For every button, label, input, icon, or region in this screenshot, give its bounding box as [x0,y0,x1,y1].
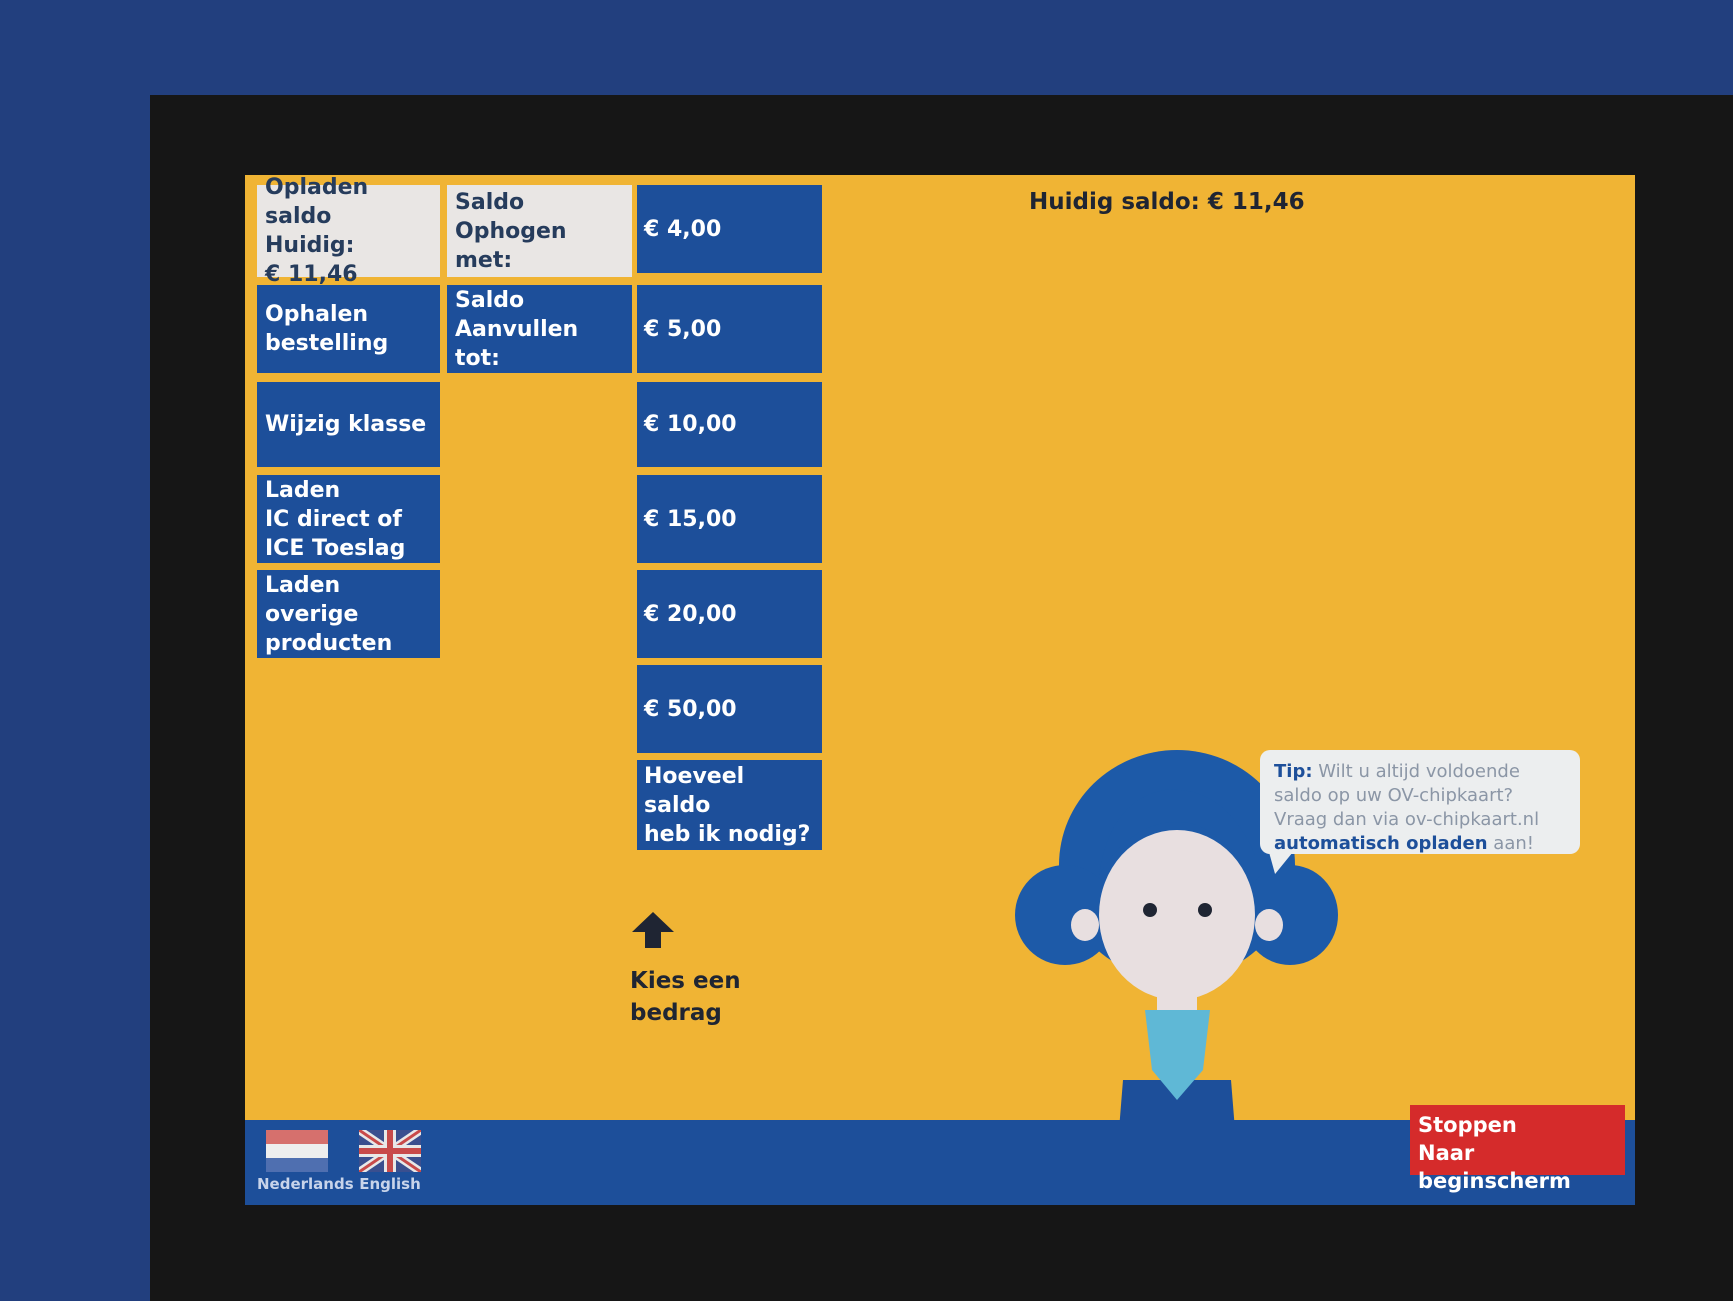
arrow-up-icon [632,912,674,948]
current-balance-header: Huidig saldo: € 11,46 [1029,189,1305,215]
menu-load-other-products[interactable]: Laden overige producten [257,570,440,658]
menu-label-line: ICE Toeslag [265,535,406,561]
mode-label-line: Ophogen met: [455,218,567,273]
auto-recharge-link[interactable]: automatisch opladen [1274,833,1488,854]
uk-flag-icon [359,1130,421,1172]
amount-button[interactable]: € 15,00 [637,475,822,563]
mode-label-line: Saldo [455,287,525,313]
menu-label-line: overige [265,601,359,627]
menu-load-ic-direct[interactable]: Laden IC direct of ICE Toeslag [257,475,440,563]
stop-label-line: Stoppen [1418,1113,1517,1137]
ticket-machine-screen: Huidig saldo: € 11,46 Opladen saldo Huid… [245,175,1635,1205]
amount-label: € 4,00 [644,216,722,242]
instruction-line: bedrag [630,1000,722,1026]
amount-label: € 5,00 [644,316,722,342]
menu-label-line: IC direct of [265,506,402,532]
stop-label-line: Naar beginscherm [1418,1141,1571,1193]
menu-label-line: bestelling [265,331,389,356]
amount-button[interactable]: € 50,00 [637,665,822,753]
mode-increase-by[interactable]: Saldo Ophogen met: [447,185,632,277]
amount-button[interactable]: € 5,00 [637,285,822,373]
help-label-line: heb ik nodig? [644,821,811,847]
menu-label-line: producten [265,630,393,656]
mode-label-line: Saldo [455,189,525,215]
menu-label-line: Laden [265,572,341,598]
tip-speech-bubble: Tip: Wilt u altijd voldoende saldo op uw… [1260,750,1580,874]
language-label: Nederlands [257,1175,354,1193]
instruction-line: Kies een [630,968,741,994]
menu-label-line: Ophalen [265,302,369,327]
amount-label: € 10,00 [644,412,737,437]
tip-text: Wilt u altijd voldoende saldo op uw OV-c… [1274,761,1540,830]
language-label: English [359,1175,421,1193]
dutch-flag-icon [266,1130,328,1172]
tip-label: Tip: [1274,761,1313,782]
language-dutch-button[interactable]: Nederlands [257,1130,354,1193]
amount-button[interactable]: € 20,00 [637,570,822,658]
stop-button[interactable]: Stoppen Naar beginscherm [1410,1105,1625,1193]
mode-label-line: Aanvullen tot: [455,316,579,371]
amount-label: € 20,00 [644,601,737,627]
menu-label-line: Laden [265,477,341,503]
amount-button[interactable]: € 4,00 [637,185,822,273]
mode-top-up-to[interactable]: Saldo Aanvullen tot: [447,285,632,373]
amount-label: € 15,00 [644,506,737,532]
help-label-line: Hoeveel saldo [644,763,745,818]
menu-label-line: Huidig: [265,233,355,258]
menu-collect-order[interactable]: Ophalen bestelling [257,285,440,373]
how-much-balance-button[interactable]: Hoeveel saldo heb ik nodig? [637,760,822,850]
choose-amount-instruction: Kies een bedrag [630,965,790,1029]
menu-label-line: Opladen saldo [265,175,369,229]
menu-change-class[interactable]: Wijzig klasse [257,382,440,467]
amount-button[interactable]: € 10,00 [637,382,822,467]
tip-text-end: aan! [1493,833,1534,854]
language-english-button[interactable]: English [350,1130,430,1193]
amount-label: € 50,00 [644,696,737,722]
menu-recharge-balance[interactable]: Opladen saldo Huidig: € 11,46 [257,175,440,287]
menu-label-line: Wijzig klasse [265,412,427,437]
